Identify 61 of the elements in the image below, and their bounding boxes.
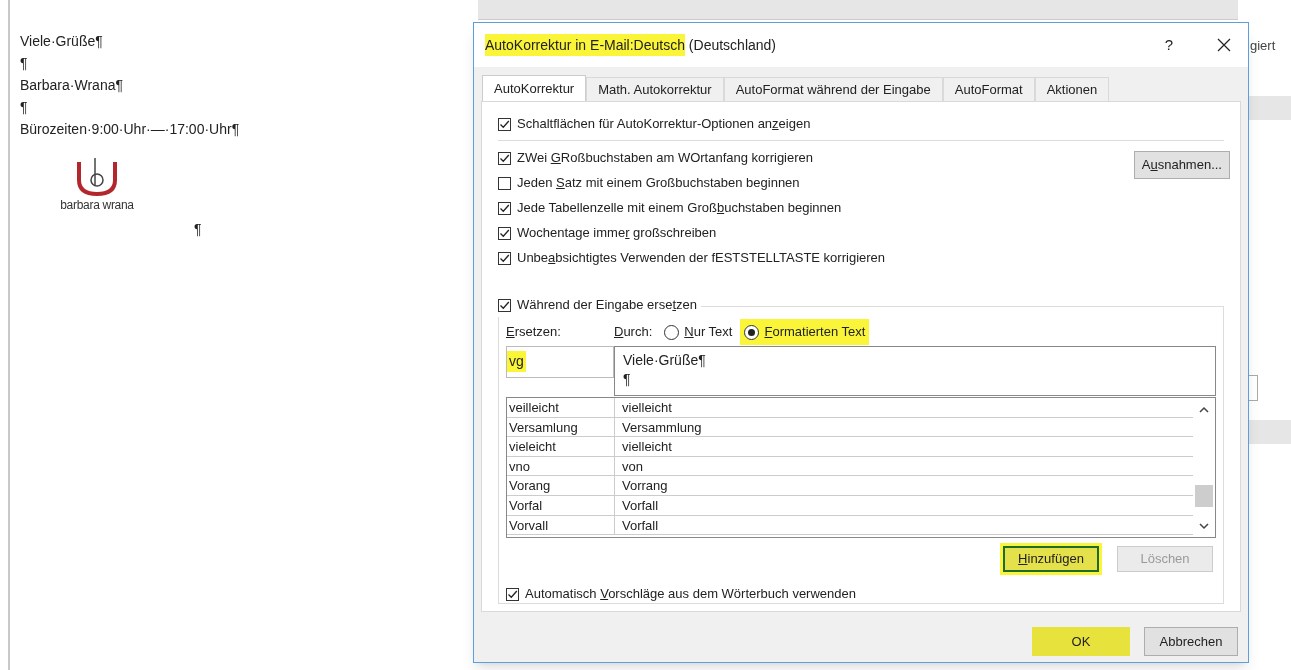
document-line: Barbara·Wrana¶ [20,76,124,95]
window-title: AutoKorrektur in E-Mail:Deutsch (Deutschland) [485,34,776,56]
tab[interactable]: AutoFormat während der Eingabe [723,77,943,101]
checkbox-label: Schaltflächen für AutoKorrektur-Optionen anzeigen [517,115,811,134]
checkbox[interactable] [498,151,511,165]
tab[interactable]: AutoKorrektur [482,75,587,101]
radio-button[interactable] [744,324,760,340]
table-cell: Versamlung [507,417,615,437]
checkbox[interactable] [498,251,511,265]
tab[interactable]: Aktionen [1034,77,1110,101]
checkbox[interactable] [498,298,511,312]
table-cell: veilleicht [507,398,615,417]
field-label: Durch: [614,323,653,342]
replacement-field[interactable]: Viele·Grüße¶ ¶ [614,346,1216,396]
tab[interactable]: AutoFormat [942,77,1035,101]
table-cell: vieleicht [507,437,615,456]
replace-field[interactable]: vg [506,346,614,378]
dialog-button[interactable]: OK [1032,627,1130,656]
logo-text: barbara wrana [60,198,134,212]
checkbox-label: Während der Eingabe ersetzen [517,296,697,315]
dialog-button[interactable]: Abbrechen [1144,627,1238,656]
radio-button[interactable] [664,324,680,340]
table-cell-text: von [621,457,644,476]
scroll-thumb[interactable] [1195,485,1213,507]
checkbox[interactable] [498,117,511,131]
document-line: Bürozeiten·9:00·Uhr·—·17:00·Uhr¶ [20,120,240,139]
radio-label: Nur Text [684,323,733,342]
list-button[interactable]: Hinzufügen [1003,546,1099,572]
checkbox[interactable] [498,176,511,190]
table-cell-text: vielleicht [621,438,673,456]
table-cell-text: Vorrang [621,477,669,495]
table-cell: Vorang [507,476,615,495]
field-label: Ersetzen: [506,324,561,340]
document-line: ¶ [194,220,203,239]
checkbox[interactable] [498,201,511,215]
table-cell-text: Vorfall [621,496,660,515]
radio-label: Formatierten Text [764,323,866,342]
table-cell-text: Vorfall [621,516,660,535]
checkbox-label: Automatisch Vorschläge aus dem Wörterbuch verwenden [525,585,856,604]
document-line: ¶ [20,98,29,117]
tab[interactable]: Math. Autokorrektur [586,77,724,101]
checkbox[interactable] [506,587,519,601]
checkbox[interactable] [498,226,511,240]
checkbox-label: ZWei GRoßbuchstaben am WOrtanfang korrigieren [517,149,814,168]
exceptions-button[interactable]: Ausnahmen... [1133,151,1230,179]
checkbox-label: Wochentage immer großschreiben [517,224,717,243]
table-cell: Vorvall [507,515,615,535]
background-text: giert [1250,37,1276,55]
checkbox-label: Jeden Satz mit einem Großbuchstaben beginnen [517,174,800,193]
table-cell: vno [507,456,615,476]
document-line: Viele·Grüße¶ [20,32,104,51]
document-line: ¶ [20,54,29,73]
checkbox-label: Jede Tabellenzelle mit einem Großbuchstaben beginnen [517,199,842,218]
scroll-up-icon[interactable] [1199,406,1209,413]
checkbox-label: Unbeabsichtigtes Verwenden der fESTSTELLTASTE korrigieren [517,249,886,268]
help-button[interactable]: ? [1154,33,1184,57]
table-cell-text: vielleicht [621,399,673,417]
table-cell: Vorfal [507,495,615,515]
table-cell-text: Versammlung [621,418,703,437]
scroll-down-icon[interactable] [1199,523,1209,530]
logo-mark-icon [75,158,119,198]
